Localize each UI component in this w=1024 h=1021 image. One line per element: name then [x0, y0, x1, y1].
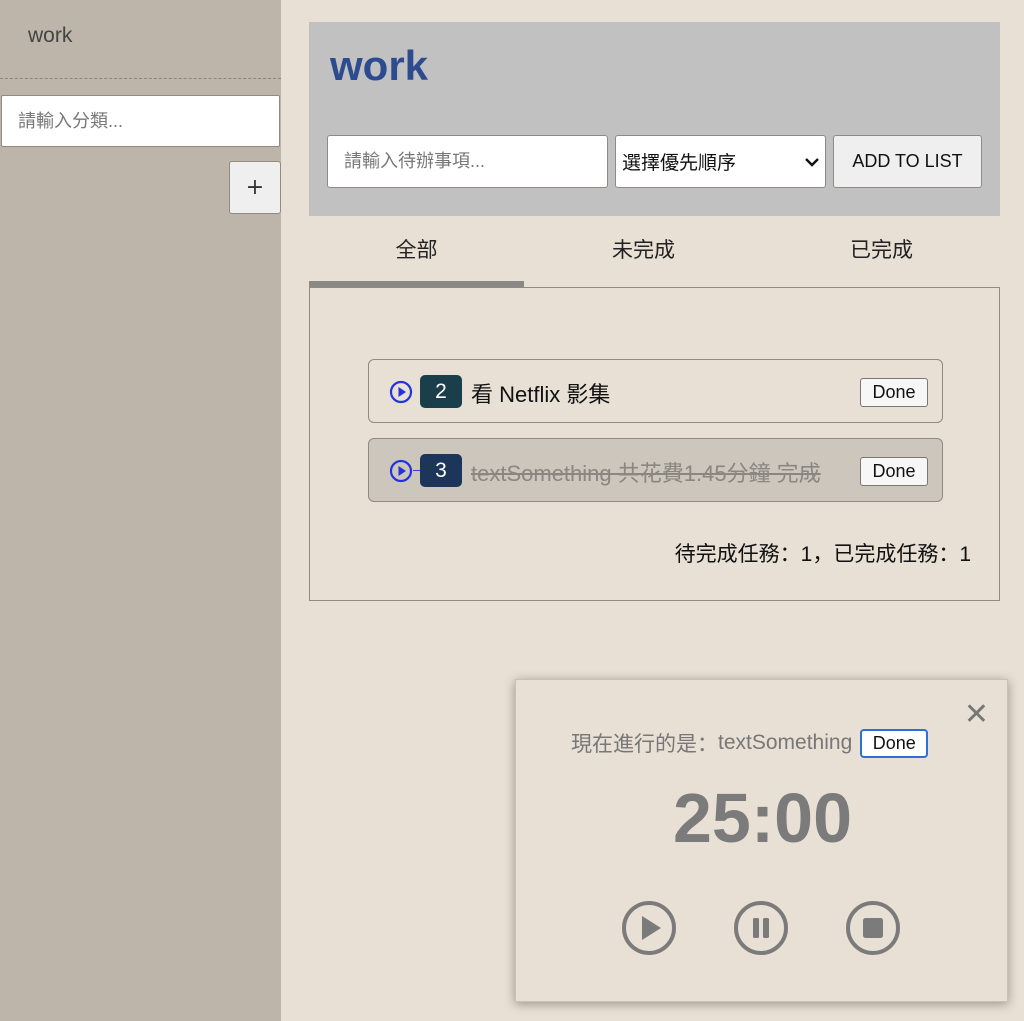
current-task-name: textSomething — [718, 731, 853, 754]
tab-done[interactable]: 已完成 — [774, 234, 989, 264]
done-button[interactable]: Done — [860, 378, 928, 407]
chevron-down-icon — [805, 157, 819, 167]
page-title: work — [330, 42, 429, 89]
pause-icon[interactable] — [733, 900, 789, 956]
sidebar: work + — [0, 0, 281, 1021]
play-icon[interactable] — [621, 900, 677, 956]
priority-select[interactable]: 選擇優先順序 — [615, 135, 826, 188]
todo-item: 2 看 Netflix 影集 Done — [368, 359, 943, 423]
play-icon[interactable] — [389, 380, 413, 404]
close-icon[interactable]: ✕ — [964, 700, 989, 730]
current-task-done-button[interactable]: Done — [860, 728, 929, 758]
priority-select-value: 選擇優先順序 — [622, 153, 737, 174]
add-to-list-button[interactable]: ADD TO LIST — [833, 135, 982, 188]
done-button[interactable]: Done — [860, 457, 928, 486]
sidebar-divider — [0, 78, 281, 79]
tab-all[interactable]: 全部 — [309, 234, 524, 264]
tab-undone[interactable]: 未完成 — [536, 234, 751, 264]
header-panel: work 選擇優先順序 ADD TO LIST — [309, 22, 1000, 216]
todo-text: 看 Netflix 影集 — [471, 382, 611, 407]
current-task-line: 現在進行的是： textSomething Done — [571, 728, 929, 758]
play-icon[interactable] — [389, 459, 413, 483]
timer-display: 25:00 — [672, 779, 853, 857]
todo-item: 3 textSomething 共花費1.45分鐘 完成 Done — [368, 438, 943, 502]
todo-input[interactable] — [327, 135, 608, 188]
category-input[interactable] — [1, 95, 280, 147]
task-counts: 待完成任務：1，已完成任務：1 — [674, 543, 971, 566]
todo-text-completed: textSomething 共花費1.45分鐘 完成 — [471, 461, 821, 486]
sidebar-item-work[interactable]: work — [28, 24, 72, 48]
add-category-button[interactable]: + — [229, 161, 281, 214]
current-task-prefix: 現在進行的是： — [571, 733, 718, 756]
todo-list-panel: 2 看 Netflix 影集 Done 3 textSomething 共花費1… — [309, 287, 1000, 601]
priority-badge: 2 — [420, 375, 462, 408]
pomodoro-timer-popup: ✕ 現在進行的是： textSomething Done 25:00 — [515, 679, 1008, 1002]
priority-badge: 3 — [420, 454, 462, 487]
stop-icon[interactable] — [845, 900, 901, 956]
